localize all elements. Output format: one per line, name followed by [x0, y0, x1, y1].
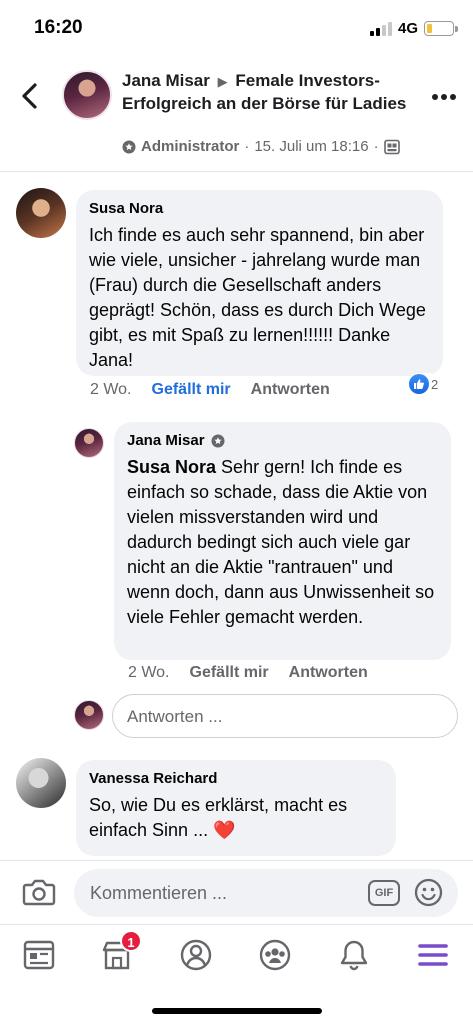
- author-avatar[interactable]: [62, 70, 112, 120]
- camera-icon[interactable]: [22, 877, 56, 907]
- comment-composer: Kommentieren ... GIF: [0, 860, 473, 924]
- comment-actions: 2 Wo. Gefällt mir Antworten: [128, 664, 368, 682]
- comment-text: Susa Nora Sehr gern! Ich finde es einfac…: [127, 455, 438, 630]
- mention-link[interactable]: Susa Nora: [127, 457, 216, 477]
- like-button[interactable]: Gefällt mir: [152, 381, 231, 399]
- battery-icon: [424, 21, 458, 36]
- reaction-count[interactable]: 2: [408, 373, 442, 395]
- comment-text: Ich finde es auch sehr spannend, bin abe…: [89, 225, 426, 370]
- signal-icon: [370, 22, 392, 36]
- menu-icon[interactable]: [415, 937, 451, 973]
- meta-dot: ·: [244, 138, 250, 155]
- home-indicator: [152, 1008, 322, 1014]
- commenter-name[interactable]: Jana Misar: [127, 431, 205, 451]
- meta-dot: ·: [373, 138, 379, 155]
- role-label: Administrator: [141, 138, 240, 155]
- commenter-name-row: Jana Misar: [127, 431, 438, 451]
- comment-actions: 2 Wo. Gefällt mir Antworten: [90, 381, 330, 399]
- group-privacy-icon: [383, 139, 400, 154]
- status-bar: 16:20 4G: [0, 0, 473, 56]
- post-header: Jana Misar ▶ Female Investors- Erfolgrei…: [0, 56, 473, 172]
- comment-bubble: Vanessa Reichard So, wie Du es erklärst,…: [76, 760, 396, 856]
- comment-body: Sehr gern! Ich finde es einfach so schad…: [127, 457, 435, 627]
- emoji-icon[interactable]: [414, 878, 443, 907]
- post-meta: Administrator · 15. Juli um 18:16 ·: [122, 138, 400, 155]
- post-date[interactable]: 15. Juli um 18:16: [254, 138, 368, 155]
- admin-badge-icon: [122, 140, 136, 153]
- back-chevron-icon[interactable]: [18, 82, 42, 110]
- notification-badge: 1: [120, 930, 142, 952]
- like-button[interactable]: Gefällt mir: [190, 664, 269, 682]
- comment-bubble: Jana Misar Susa Nora Sehr gern! Ich find…: [114, 422, 451, 660]
- author-name[interactable]: Jana Misar: [122, 71, 210, 90]
- separator-arrow-icon: ▶: [217, 74, 228, 89]
- groups-icon[interactable]: [257, 937, 293, 973]
- reply-button[interactable]: Antworten: [251, 381, 330, 399]
- comment-time[interactable]: 2 Wo.: [90, 381, 132, 399]
- current-user-avatar: [74, 700, 104, 730]
- gif-button[interactable]: GIF: [368, 880, 400, 906]
- post-title: Jana Misar ▶ Female Investors- Erfolgrei…: [122, 70, 412, 115]
- like-reaction-icon: [409, 374, 429, 394]
- commenter-name[interactable]: Vanessa Reichard: [89, 769, 383, 789]
- comment-bubble: Susa Nora Ich finde es auch sehr spannen…: [76, 190, 443, 376]
- profile-icon[interactable]: [178, 937, 214, 973]
- commenter-name[interactable]: Susa Nora: [89, 199, 430, 219]
- status-time: 16:20: [34, 17, 83, 38]
- comment-input[interactable]: Kommentieren ... GIF: [74, 869, 458, 917]
- commenter-avatar[interactable]: [16, 758, 66, 808]
- admin-badge-icon: [211, 434, 225, 448]
- reply-button[interactable]: Antworten: [289, 664, 368, 682]
- reply-input[interactable]: Antworten ...: [112, 694, 458, 738]
- comment-placeholder: Kommentieren ...: [90, 883, 228, 903]
- network-label: 4G: [398, 20, 419, 37]
- reaction-number: 2: [431, 376, 439, 392]
- commenter-avatar[interactable]: [74, 428, 104, 458]
- more-dots-icon[interactable]: [432, 94, 456, 102]
- notifications-icon[interactable]: [336, 937, 372, 973]
- comment-time[interactable]: 2 Wo.: [128, 664, 170, 682]
- commenter-avatar[interactable]: [16, 188, 66, 238]
- news-feed-icon[interactable]: [21, 937, 57, 973]
- comment-text: So, wie Du es erklärst, macht es einfach…: [89, 795, 348, 840]
